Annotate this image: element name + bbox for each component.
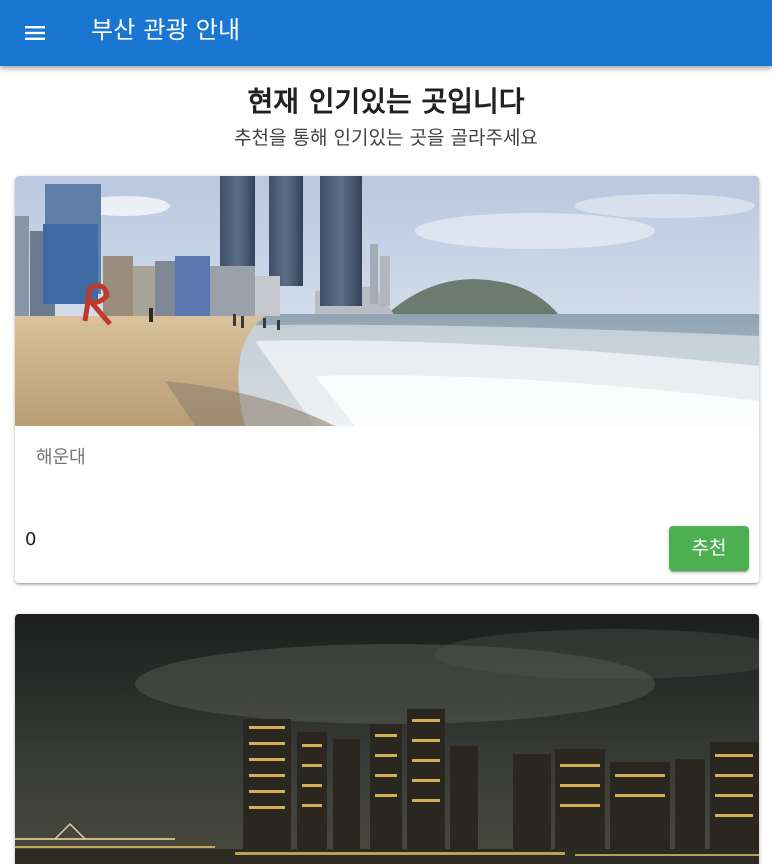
place-name: 해운대 (36, 447, 86, 468)
page-title: 현재 인기있는 곳입니다 (247, 85, 525, 118)
place-card (15, 614, 759, 864)
page-subtitle: 추천을 통해 인기있는 곳을 골라주세요 (234, 127, 538, 149)
menu-icon (25, 26, 45, 40)
menu-button[interactable] (14, 12, 56, 54)
recommend-button[interactable]: 추천 (669, 526, 749, 571)
app-title: 부산 관광 안내 (91, 16, 241, 44)
place-card: 해운대 0 추천 (15, 176, 759, 583)
place-image-night-skyline (15, 614, 759, 864)
app-bar: 부산 관광 안내 (0, 0, 772, 66)
place-image-beach (15, 176, 759, 426)
vote-count: 0 (25, 529, 37, 550)
